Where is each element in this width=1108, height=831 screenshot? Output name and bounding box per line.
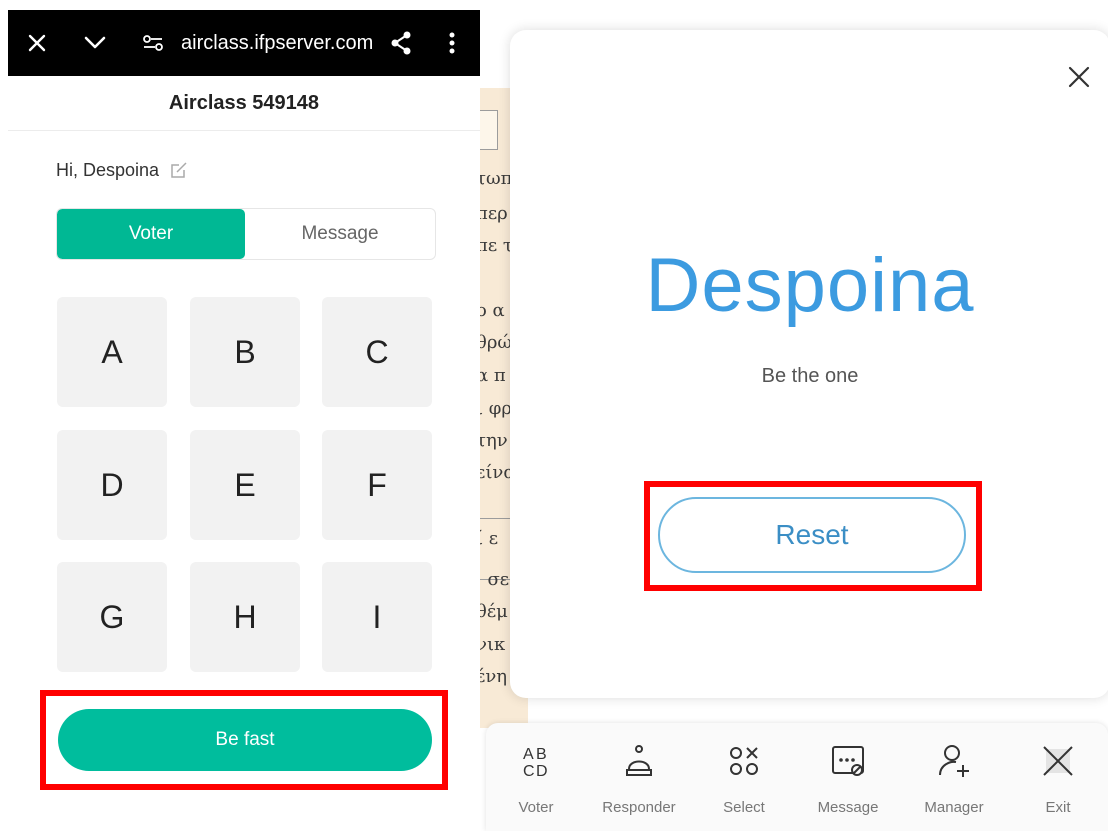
toolbar-manager[interactable]: Manager: [904, 723, 1004, 831]
toolbar-voter[interactable]: A B C D Voter: [486, 723, 586, 831]
bell-icon: [589, 737, 689, 785]
exit-icon: [1008, 737, 1108, 785]
option-button-h[interactable]: H: [190, 562, 300, 672]
document-textbox: [480, 110, 498, 150]
svg-text:A: A: [523, 746, 534, 763]
tab-voter[interactable]: Voter: [57, 209, 245, 259]
svg-text:C: C: [523, 763, 535, 780]
page-title: Airclass 549148: [8, 76, 480, 131]
highlight-be-fast: [40, 690, 448, 790]
option-button-c[interactable]: C: [322, 297, 432, 407]
toolbar-exit[interactable]: Exit: [1008, 723, 1108, 831]
document-text-fragment: ένη: [480, 666, 508, 687]
share-icon[interactable]: [388, 10, 414, 76]
document-text-fragment: περ: [480, 203, 508, 224]
toolbar-responder-label: Responder: [602, 799, 676, 816]
address-bar-url[interactable]: airclass.ifpserver.com: [181, 10, 373, 76]
toolbar-exit-label: Exit: [1045, 799, 1071, 816]
message-icon: [798, 737, 898, 785]
tab-message[interactable]: Message: [245, 209, 435, 259]
document-text-fragment: νικ: [480, 634, 506, 655]
student-phone-screen: airclass.ifpserver.com Airclass 549148 H…: [0, 0, 480, 831]
toolbar-voter-label: Voter: [518, 799, 554, 816]
highlight-reset: [644, 481, 982, 591]
document-text-fragment: πε τ: [480, 235, 513, 256]
toolbar-select-label: Select: [723, 799, 765, 816]
teacher-screen: τωπ περ πε τ ο α θρώ α π ι φρ την είνα ί…: [480, 0, 1108, 831]
document-text-fragment: τωπ: [480, 168, 513, 189]
document-text-fragment: ί ε: [480, 528, 499, 549]
document-text-fragment: θρώ: [480, 332, 513, 353]
option-button-g[interactable]: G: [57, 562, 167, 672]
edit-icon[interactable]: [169, 160, 189, 180]
site-settings-icon[interactable]: [140, 10, 166, 76]
svg-text:B: B: [536, 746, 547, 763]
chevron-down-icon[interactable]: [80, 10, 110, 76]
toolbar-message[interactable]: Message: [798, 723, 898, 831]
person-add-icon: [904, 737, 1004, 785]
winner-subtitle: Be the one: [761, 365, 859, 387]
winner-name: Despoina: [645, 243, 975, 328]
option-button-e[interactable]: E: [190, 430, 300, 540]
document-text-fragment: ο α: [480, 300, 505, 321]
select-shapes-icon: [694, 737, 794, 785]
option-button-f[interactable]: F: [322, 430, 432, 540]
abcd-icon: A B C D: [486, 737, 586, 785]
svg-text:D: D: [536, 763, 548, 780]
user-greeting: Hi, Despoina: [56, 156, 189, 184]
toolbar-manager-label: Manager: [924, 799, 984, 816]
toolbar-select[interactable]: Select: [694, 723, 794, 831]
option-button-i[interactable]: I: [322, 562, 432, 672]
document-text-fragment: την: [480, 430, 508, 451]
responder-result-card: Despoina Be the one Reset: [510, 30, 1108, 698]
more-vert-icon[interactable]: [442, 10, 462, 76]
option-button-d[interactable]: D: [57, 430, 167, 540]
document-text-fragment: θέμ: [480, 601, 508, 622]
option-button-a[interactable]: A: [57, 297, 167, 407]
toolbar-responder[interactable]: Responder: [589, 723, 689, 831]
mode-tabs: Voter Message: [56, 208, 436, 260]
document-text-fragment: α π: [480, 365, 506, 386]
close-icon[interactable]: [1062, 60, 1096, 94]
option-button-b[interactable]: B: [190, 297, 300, 407]
browser-toolbar: airclass.ifpserver.com: [8, 10, 480, 76]
greeting-text: Hi, Despoina: [56, 159, 160, 180]
close-icon[interactable]: [22, 10, 52, 76]
toolbar-message-label: Message: [817, 799, 879, 816]
document-text-fragment: ι φρ: [480, 398, 512, 419]
bottom-toolbar: A B C D Voter Responder Select Message M…: [486, 723, 1108, 831]
document-text-fragment: . σε: [480, 569, 510, 590]
